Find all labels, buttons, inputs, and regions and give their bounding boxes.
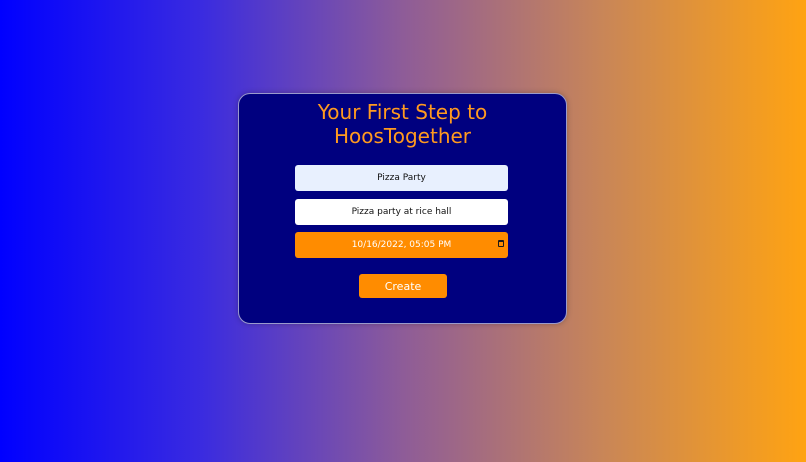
event-datetime-value: 10/16/2022, 05:05 PM [351, 240, 452, 250]
event-description-input[interactable]: Pizza party at rice hall [295, 199, 508, 225]
page-title: Your First Step to HoosTogether [239, 100, 566, 148]
create-event-card: Your First Step to HoosTogether Pizza Pa… [238, 93, 567, 324]
event-name-input[interactable]: Pizza Party [295, 165, 508, 191]
event-name-value: Pizza Party [377, 173, 426, 183]
event-description-value: Pizza party at rice hall [351, 207, 452, 217]
event-datetime-input[interactable]: 10/16/2022, 05:05 PM [295, 232, 508, 258]
title-line-2: HoosTogether [333, 124, 472, 148]
calendar-icon[interactable] [498, 240, 504, 247]
create-button[interactable]: Create [359, 274, 447, 298]
title-line-1: Your First Step to [317, 100, 488, 124]
